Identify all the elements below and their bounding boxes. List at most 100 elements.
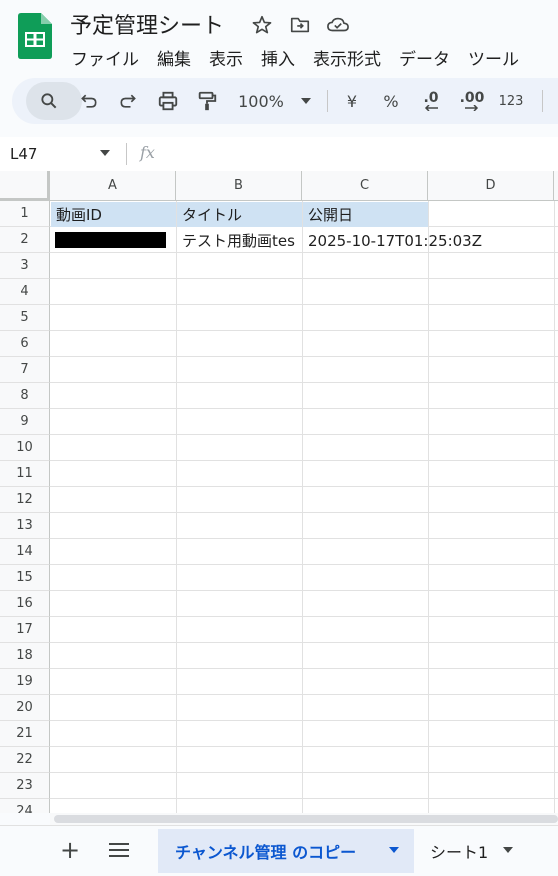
row-gridline [50,538,558,539]
document-title[interactable]: 予定管理シート [70,8,224,40]
row-gridline [50,694,558,695]
row-header[interactable]: 9 [0,409,50,435]
row-gridline [50,408,558,409]
number-format-button[interactable]: 123 [496,78,526,124]
row-header[interactable]: 13 [0,513,50,539]
column-header-a[interactable]: A [50,171,176,201]
row-gridline [50,590,558,591]
sheet-tab-active[interactable]: チャンネル管理 のコピー [158,829,414,873]
decrease-decimal-button[interactable]: .0 [416,78,446,124]
undo-icon[interactable] [76,78,102,124]
menu-insert[interactable]: 挿入 [252,43,304,72]
move-to-folder-icon[interactable] [287,12,313,38]
cell-c1[interactable]: 公開日 [303,202,428,227]
row-header[interactable]: 5 [0,305,50,331]
cell-c2[interactable]: 2025-10-17T01:25:03Z [303,228,554,253]
paint-format-icon[interactable] [194,78,220,124]
name-box-dropdown-icon[interactable] [100,150,110,156]
column-header-c[interactable]: C [302,171,428,201]
menu-tools[interactable]: ツール [459,43,528,72]
row-header[interactable]: 8 [0,383,50,409]
menu-format[interactable]: 表示形式 [304,43,390,72]
row-header[interactable]: 6 [0,331,50,357]
row-header[interactable]: 11 [0,461,50,487]
sheet-tab-label: チャンネル管理 のコピー [175,843,357,862]
row-header[interactable]: 1 [0,201,50,227]
row-header[interactable]: 19 [0,669,50,695]
formula-bar: L47 fx [0,137,558,171]
column-gridline [176,201,177,813]
arrow-right-icon [465,105,479,111]
row-header[interactable]: 7 [0,357,50,383]
row-header[interactable]: 20 [0,695,50,721]
row-header[interactable]: 21 [0,721,50,747]
row-header[interactable]: 3 [0,253,50,279]
row-gridline [50,564,558,565]
row-header[interactable]: 22 [0,747,50,773]
toolbar-divider [542,90,543,112]
currency-format-button[interactable]: ¥ [342,78,362,124]
sheets-logo-icon[interactable] [18,13,52,59]
name-box[interactable]: L47 [10,145,37,163]
zoom-dropdown-icon[interactable] [298,78,314,124]
sheet-tab-label: シート1 [430,843,489,862]
row-gridline [50,668,558,669]
add-sheet-icon[interactable]: + [56,836,84,864]
horizontal-scrollbar[interactable] [50,813,558,825]
all-sheets-menu-icon[interactable] [104,836,134,864]
row-header[interactable]: 24 [0,799,50,813]
column-header-b[interactable]: B [176,171,302,201]
increase-decimal-label: .00 [459,90,485,106]
row-gridline [50,434,558,435]
scrollbar-thumb[interactable] [54,815,558,823]
row-header[interactable]: 16 [0,591,50,617]
row-header[interactable]: 14 [0,539,50,565]
row-header[interactable]: 23 [0,773,50,799]
row-gridline [50,382,558,383]
cell-a1[interactable]: 動画ID [51,202,176,227]
menu-file[interactable]: ファイル [62,43,148,72]
row-header[interactable]: 15 [0,565,50,591]
menu-data[interactable]: データ [390,43,459,72]
fx-icon: fx [140,143,155,162]
row-gridline [50,642,558,643]
cloud-saved-icon[interactable] [325,12,351,38]
spreadsheet-grid[interactable]: A B C D 1 2 3 4 5 6 7 8 9 10 11 12 13 14 15 16 17 18 19 20 2… [0,171,558,813]
title-bar: 予定管理シート ファイル 編集 表示 挿入 表示形式 データ ツール [0,0,558,78]
row-gridline [50,798,558,799]
sheet-tab-bar: + チャンネル管理 のコピー シート1 [0,825,558,876]
menu-edit[interactable]: 編集 [148,43,200,72]
row-gridline [50,616,558,617]
sheet-tab-sheet1[interactable]: シート1 [414,829,558,873]
increase-decimal-button[interactable]: .00 [455,78,489,124]
star-icon[interactable] [249,12,275,38]
toolbar: 100% ¥ % .0 .00 123 [12,78,558,124]
print-icon[interactable] [154,78,182,124]
row-header[interactable]: 10 [0,435,50,461]
redo-icon[interactable] [115,78,141,124]
search-icon[interactable] [34,78,64,124]
menu-bar: ファイル 編集 表示 挿入 表示形式 データ ツール [62,43,528,72]
row-header[interactable]: 4 [0,279,50,305]
row-header[interactable]: 18 [0,643,50,669]
sheet-tab-dropdown-icon[interactable] [389,847,399,853]
sheet-tab-dropdown-icon[interactable] [503,847,513,853]
percent-format-button[interactable]: % [381,78,401,124]
zoom-select[interactable]: 100% [232,78,290,124]
row-header[interactable]: 12 [0,487,50,513]
row-header[interactable]: 2 [0,227,50,253]
row-gridline [50,304,558,305]
arrow-left-icon [424,105,438,111]
select-all-corner[interactable] [0,171,50,201]
row-gridline [50,460,558,461]
column-header-e[interactable] [554,171,558,201]
row-gridline [50,720,558,721]
row-gridline [50,772,558,773]
cell-b1[interactable]: タイトル [177,202,302,227]
menu-view[interactable]: 表示 [200,43,252,72]
column-gridline [428,201,429,813]
row-gridline [50,356,558,357]
column-header-d[interactable]: D [428,171,554,201]
cell-b2[interactable]: テスト用動画tes [177,228,302,253]
row-header[interactable]: 17 [0,617,50,643]
